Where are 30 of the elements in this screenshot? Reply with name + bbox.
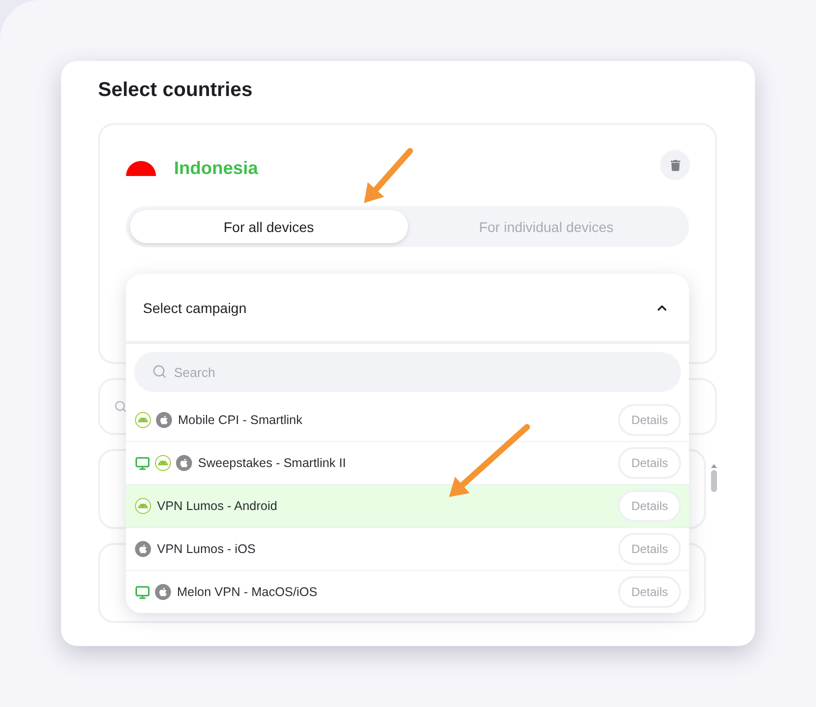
pointer-arrow (364, 148, 413, 203)
android-icon (135, 412, 151, 428)
search-icon (114, 400, 127, 413)
campaign-name: VPN Lumos - Android (157, 499, 278, 513)
scrollbar[interactable] (710, 464, 718, 492)
campaign-option[interactable]: VPN Lumos - iOS Details (126, 527, 689, 570)
campaign-name: Melon VPN - MacOS/iOS (177, 585, 318, 599)
country-name: Indonesia (174, 158, 258, 178)
apple-icon (156, 412, 172, 428)
campaign-name: VPN Lumos - iOS (157, 542, 257, 556)
android-icon (135, 498, 151, 514)
search-field[interactable]: Search (134, 352, 681, 392)
campaign-name: Mobile CPI - Smartlink (178, 412, 304, 426)
campaign-option[interactable]: VPN Lumos - Android Details (126, 484, 689, 527)
apple-icon (176, 455, 192, 471)
campaign-select[interactable]: Select campaign (126, 274, 689, 344)
device-tab[interactable]: For all devices (130, 210, 408, 243)
modal-title: Select countries (98, 79, 254, 102)
campaign-option[interactable]: Melon VPN - MacOS/iOS Details (126, 570, 689, 613)
search-icon (152, 364, 167, 379)
monitor-icon (135, 456, 150, 470)
campaign-name: Sweepstakes - Smartlink II (198, 456, 347, 470)
apple-icon (155, 584, 171, 600)
monitor-icon (135, 584, 150, 600)
campaign-option[interactable]: Mobile CPI - Smartlink Details (126, 398, 689, 441)
delete-icon[interactable] (660, 150, 690, 180)
apple-icon (135, 541, 151, 557)
android-icon (155, 455, 171, 471)
scroll-up-icon[interactable] (711, 464, 717, 468)
campaign-option[interactable]: Sweepstakes - Smartlink II Details (126, 441, 689, 484)
